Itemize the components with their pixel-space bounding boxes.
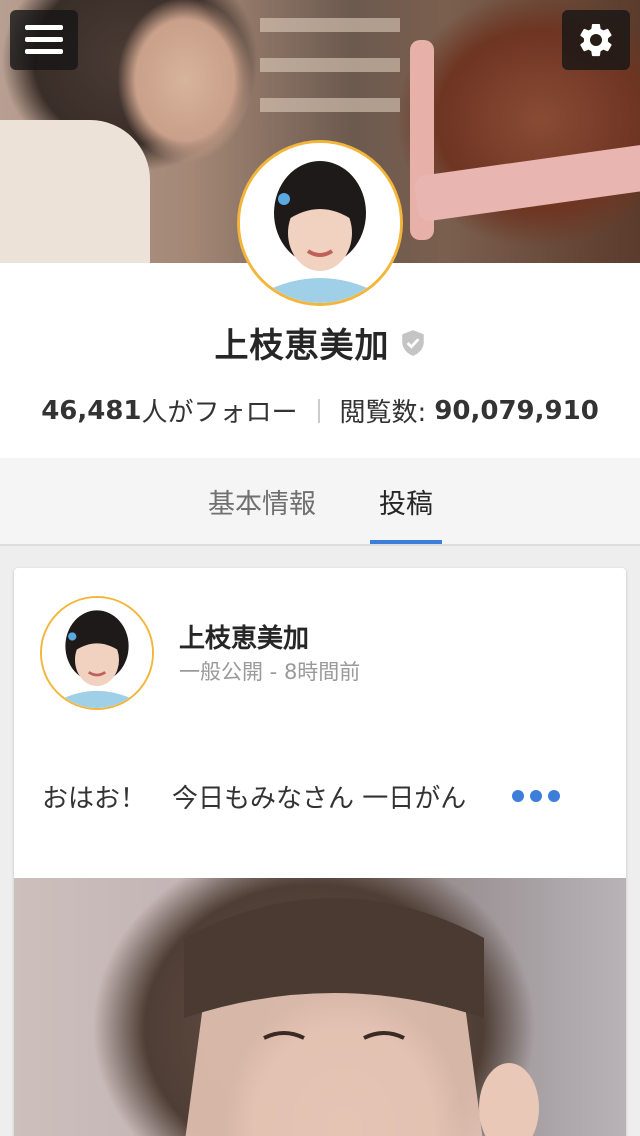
views-label: 閲覧数: <box>339 398 427 428</box>
profile-screen: 上枝恵美加 46,481 人がフォロー 閲覧数: 90,079,910 基本情報… <box>0 0 640 1136</box>
profile-tabs: 基本情報 投稿 <box>0 458 640 546</box>
views-count: 90,079,910 <box>434 395 599 426</box>
profile-name-row: 上枝恵美加 <box>0 318 640 367</box>
profile-name: 上枝恵美加 <box>214 326 390 366</box>
post-photo[interactable] <box>14 878 626 1136</box>
stats-divider <box>317 398 320 423</box>
post-time: 8時間前 <box>283 660 361 684</box>
profile-stats: 46,481 人がフォロー 閲覧数: 90,079,910 <box>0 392 640 429</box>
verified-shield-icon <box>401 329 424 356</box>
avatar-photo <box>240 143 400 303</box>
profile-avatar[interactable] <box>240 143 400 303</box>
more-dots-icon[interactable] <box>512 790 560 802</box>
meta-separator: - <box>263 660 284 684</box>
gear-icon <box>580 23 612 57</box>
active-tab-indicator <box>370 540 442 544</box>
post-author-avatar[interactable] <box>42 598 152 708</box>
hamburger-menu-icon <box>25 25 63 55</box>
tab-posts[interactable]: 投稿 <box>370 458 442 544</box>
post-photo-art <box>184 898 539 1136</box>
followers-label: 人がフォロー <box>141 398 298 428</box>
post-author-name[interactable]: 上枝恵美加 <box>179 618 309 655</box>
followers-count: 46,481 <box>41 395 142 426</box>
post-meta: 一般公開 - 8時間前 <box>179 656 360 686</box>
menu-button[interactable] <box>10 10 78 70</box>
tab-basic-info[interactable]: 基本情報 <box>190 458 334 544</box>
post-visibility: 一般公開 <box>179 660 263 684</box>
post-card[interactable]: 上枝恵美加 一般公開 - 8時間前 おはお！ 今日もみなさん 一日がん <box>14 568 626 1136</box>
settings-button[interactable] <box>562 10 630 70</box>
post-author-photo <box>42 598 152 708</box>
post-text: おはお！ 今日もみなさん 一日がん <box>42 784 467 814</box>
